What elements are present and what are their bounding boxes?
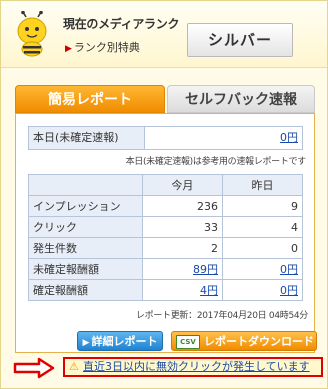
rank-badge: シルバー <box>187 23 293 57</box>
warning-icon: ⚠ <box>69 360 79 373</box>
bee-mascot-icon <box>17 11 47 57</box>
unconfirmed-this-month-cell: 89円 <box>141 258 224 280</box>
invalid-click-alert-text: 直近3日以内に無効クリックが発生しています <box>83 360 310 373</box>
invalid-click-alert[interactable]: ⚠ 直近3日以内に無効クリックが発生しています <box>63 357 323 377</box>
csv-icon: CSV <box>176 335 200 349</box>
unconfirmed-yesterday-cell: 0円 <box>222 258 303 280</box>
unconfirmed-yesterday-link[interactable]: 0円 <box>280 263 298 276</box>
report-download-button[interactable]: CSV レポートダウンロード <box>171 331 317 351</box>
report-tabs: 簡易レポート セルフバック速報 <box>15 85 315 113</box>
table-row: インプレッション 236 9 <box>28 195 303 217</box>
row-label-confirmed-reward: 確定報酬額 <box>28 279 143 301</box>
detail-report-button[interactable]: ▶ 詳細レポート <box>77 331 163 351</box>
confirmed-this-month-cell: 4円 <box>141 279 224 301</box>
occurrences-this-month: 2 <box>141 237 224 259</box>
row-label-occurrences: 発生件数 <box>28 237 143 259</box>
confirmed-yesterday-link[interactable]: 0円 <box>280 284 298 297</box>
table-corner <box>28 174 143 196</box>
triangle-right-icon: ▶ <box>65 44 72 54</box>
report-panel: 本日(未確定速報) 0円 本日(未確定速報)は参考用の速報レポートです 今月 昨… <box>15 113 315 353</box>
clicks-this-month: 33 <box>141 216 224 238</box>
red-arrow-right-icon <box>13 357 55 379</box>
row-label-unconfirmed-reward: 未確定報酬額 <box>28 258 143 280</box>
today-label: 本日(未確定速報) <box>29 127 145 149</box>
tab-selfback-report[interactable]: セルフバック速報 <box>167 85 315 113</box>
report-updated-time: レポート更新：2017年04月20日 04時54分 <box>135 311 308 321</box>
row-label-impressions: インプレッション <box>28 195 143 217</box>
detail-report-label: 詳細レポート <box>91 335 158 348</box>
rank-header: 現在のメディアランク ▶ ランク別特典 シルバー <box>1 1 327 68</box>
today-value-link[interactable]: 0円 <box>280 127 298 149</box>
today-note: 本日(未確定速報)は参考用の速報レポートです <box>125 157 307 167</box>
triangle-right-icon: ▶ <box>82 338 90 348</box>
row-label-clicks: クリック <box>28 216 143 238</box>
rank-link-label: ランク別特典 <box>73 41 140 54</box>
table-row: クリック 33 4 <box>28 216 303 238</box>
today-box: 本日(未確定速報) 0円 <box>28 126 303 150</box>
table-header-row: 今月 昨日 <box>28 174 303 196</box>
rank-title: 現在のメディアランク <box>63 17 180 31</box>
impressions-this-month: 236 <box>141 195 224 217</box>
column-header-this-month: 今月 <box>141 174 224 196</box>
table-row: 未確定報酬額 89円 0円 <box>28 258 303 280</box>
confirmed-this-month-link[interactable]: 4円 <box>200 284 218 297</box>
tab-simple-report[interactable]: 簡易レポート <box>15 85 165 113</box>
table-row: 発生件数 2 0 <box>28 237 303 259</box>
unconfirmed-this-month-link[interactable]: 89円 <box>193 263 218 276</box>
table-row: 確定報酬額 4円 0円 <box>28 279 303 301</box>
column-header-yesterday: 昨日 <box>222 174 303 196</box>
rank-benefits-link[interactable]: ▶ ランク別特典 <box>65 39 140 55</box>
confirmed-yesterday-cell: 0円 <box>222 279 303 301</box>
media-report-widget: 現在のメディアランク ▶ ランク別特典 シルバー 簡易レポート セルフバック速報 … <box>0 0 328 389</box>
occurrences-yesterday: 0 <box>222 237 303 259</box>
stats-table: 今月 昨日 インプレッション 236 9 クリック 33 4 発生件数 2 0 … <box>28 174 303 301</box>
impressions-yesterday: 9 <box>222 195 303 217</box>
report-download-label: レポートダウンロード <box>204 335 314 348</box>
clicks-yesterday: 4 <box>222 216 303 238</box>
